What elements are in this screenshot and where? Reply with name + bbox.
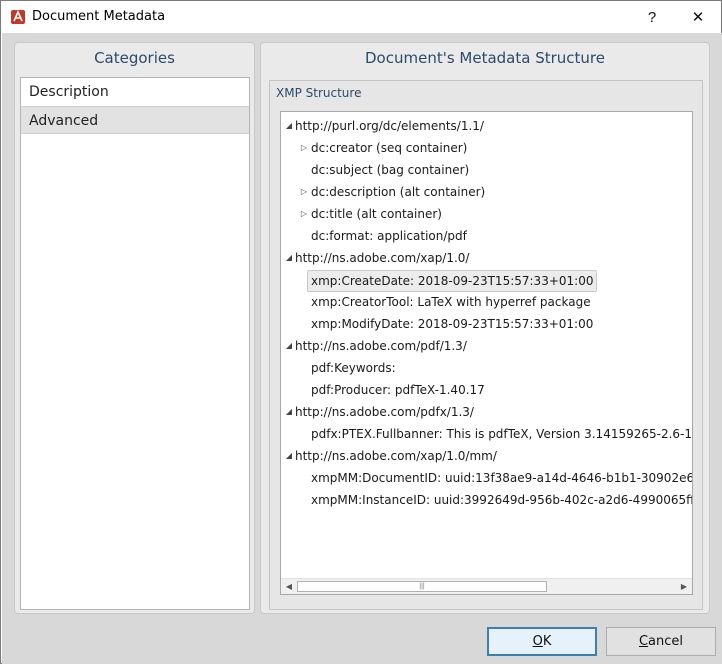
tree-node-label: dc:description (alt container) <box>311 185 486 199</box>
cancel-label-rest: ancel <box>648 634 684 649</box>
xmp-structure-label: XMP Structure <box>276 86 362 100</box>
tree-node-label: http://ns.adobe.com/pdfx/1.3/ <box>295 405 474 419</box>
tree-property-node[interactable]: pdfx:PTEX.Fullbanner: This is pdfTeX, Ve… <box>281 423 692 445</box>
xmp-tree-view[interactable]: ◢ http://purl.org/dc/elements/1.1/▷ dc:cre… <box>280 111 693 595</box>
tree-node-label: dc:format: application/pdf <box>311 229 467 243</box>
ok-label-rest: K <box>542 634 552 649</box>
tree-property-node[interactable]: ▷ dc:description (alt container) <box>281 181 692 203</box>
tree-node-label: http://ns.adobe.com/xap/1.0/ <box>295 251 470 265</box>
title-bar: Document Metadata ? ✕ <box>1 1 721 33</box>
categories-header: Categories <box>94 49 175 67</box>
horizontal-scrollbar[interactable]: ◀ ||| ▶ <box>281 578 692 594</box>
tree-node-label: dc:title (alt container) <box>311 207 442 221</box>
tree-property-node[interactable]: pdf:Keywords: <box>281 357 692 379</box>
cancel-button[interactable]: Cancel <box>606 627 716 656</box>
tree-node-label: http://purl.org/dc/elements/1.1/ <box>295 119 484 133</box>
dialog-body: Categories Description Advanced Document'… <box>2 33 722 664</box>
collapsed-arrow-icon[interactable]: ▷ <box>298 181 310 203</box>
categories-list: Description Advanced <box>20 77 250 610</box>
tree-property-node[interactable]: dc:subject (bag container) <box>281 159 692 181</box>
tree-node-label: pdf:Producer: pdfTeX-1.40.17 <box>311 383 485 397</box>
metadata-structure-panel: Document's Metadata Structure XMP Struct… <box>260 42 710 614</box>
collapsed-arrow-icon[interactable]: ▷ <box>298 137 310 159</box>
metadata-structure-header: Document's Metadata Structure <box>365 49 605 67</box>
xmp-structure-group: XMP Structure ◢ http://purl.org/dc/elemen… <box>269 80 703 610</box>
tree-node-label: xmpMM:DocumentID: uuid:13f38ae9-a14d-464… <box>311 471 693 485</box>
close-button[interactable]: ✕ <box>675 1 721 33</box>
tree-property-node[interactable]: xmp:ModifyDate: 2018-09-23T15:57:33+01:0… <box>281 313 692 335</box>
collapsed-arrow-icon[interactable]: ▷ <box>298 203 310 225</box>
help-button[interactable]: ? <box>629 1 675 33</box>
category-item-description[interactable]: Description <box>21 78 249 106</box>
tree-node-label: xmp:CreatorTool: LaTeX with hyperref pac… <box>311 295 591 309</box>
tree-namespace-node[interactable]: ◢ http://purl.org/dc/elements/1.1/ <box>281 115 692 137</box>
tree-property-node[interactable]: xmpMM:DocumentID: uuid:13f38ae9-a14d-464… <box>281 467 692 489</box>
tree-property-node[interactable]: xmp:CreatorTool: LaTeX with hyperref pac… <box>281 291 692 313</box>
pdf-editor-icon <box>11 10 25 24</box>
tree-node-label: http://ns.adobe.com/pdf/1.3/ <box>295 339 467 353</box>
tree-property-node[interactable]: xmp:CreateDate: 2018-09-23T15:57:33+01:0… <box>281 269 692 292</box>
expanded-arrow-icon[interactable]: ◢ <box>283 115 295 137</box>
ok-button[interactable]: OK <box>487 627 597 656</box>
cancel-mnemonic: C <box>638 634 649 649</box>
expanded-arrow-icon[interactable]: ◢ <box>283 401 295 423</box>
tree-node-label: xmp:CreateDate: 2018-09-23T15:57:33+01:0… <box>307 270 598 292</box>
tree-node-label: dc:creator (seq container) <box>311 141 468 155</box>
expanded-arrow-icon[interactable]: ◢ <box>283 335 295 357</box>
tree-namespace-node[interactable]: ◢ http://ns.adobe.com/xap/1.0/mm/ <box>281 445 692 467</box>
tree-node-label: pdfx:PTEX.Fullbanner: This is pdfTeX, Ve… <box>311 427 693 441</box>
document-metadata-dialog: Document Metadata ? ✕ Categories Descrip… <box>0 0 722 664</box>
scroll-right-arrow-icon[interactable]: ▶ <box>677 579 691 594</box>
tree-namespace-node[interactable]: ◢ http://ns.adobe.com/pdf/1.3/ <box>281 335 692 357</box>
tree-node-label: xmp:ModifyDate: 2018-09-23T15:57:33+01:0… <box>311 317 594 331</box>
tree-property-node[interactable]: ▷ dc:creator (seq container) <box>281 137 692 159</box>
categories-panel: Categories Description Advanced <box>14 42 255 614</box>
tree-node-label: pdf:Keywords: <box>311 361 396 375</box>
scroll-thumb[interactable]: ||| <box>297 581 547 592</box>
expanded-arrow-icon[interactable]: ◢ <box>283 247 295 269</box>
tree-property-node[interactable]: xmpMM:InstanceID: uuid:3992649d-956b-402… <box>281 489 692 511</box>
tree-node-label: xmpMM:InstanceID: uuid:3992649d-956b-402… <box>311 493 693 507</box>
category-item-advanced[interactable]: Advanced <box>21 106 249 134</box>
tree-namespace-node[interactable]: ◢ http://ns.adobe.com/pdfx/1.3/ <box>281 401 692 423</box>
tree-rows: ◢ http://purl.org/dc/elements/1.1/▷ dc:cre… <box>281 115 692 511</box>
expanded-arrow-icon[interactable]: ◢ <box>283 445 295 467</box>
ok-mnemonic: O <box>532 634 543 649</box>
tree-property-node[interactable]: dc:format: application/pdf <box>281 225 692 247</box>
tree-node-label: http://ns.adobe.com/xap/1.0/mm/ <box>295 449 497 463</box>
window-title: Document Metadata <box>32 9 166 24</box>
tree-node-label: dc:subject (bag container) <box>311 163 470 177</box>
tree-property-node[interactable]: ▷ dc:title (alt container) <box>281 203 692 225</box>
scroll-left-arrow-icon[interactable]: ◀ <box>282 579 296 594</box>
tree-property-node[interactable]: pdf:Producer: pdfTeX-1.40.17 <box>281 379 692 401</box>
tree-namespace-node[interactable]: ◢ http://ns.adobe.com/xap/1.0/ <box>281 247 692 269</box>
